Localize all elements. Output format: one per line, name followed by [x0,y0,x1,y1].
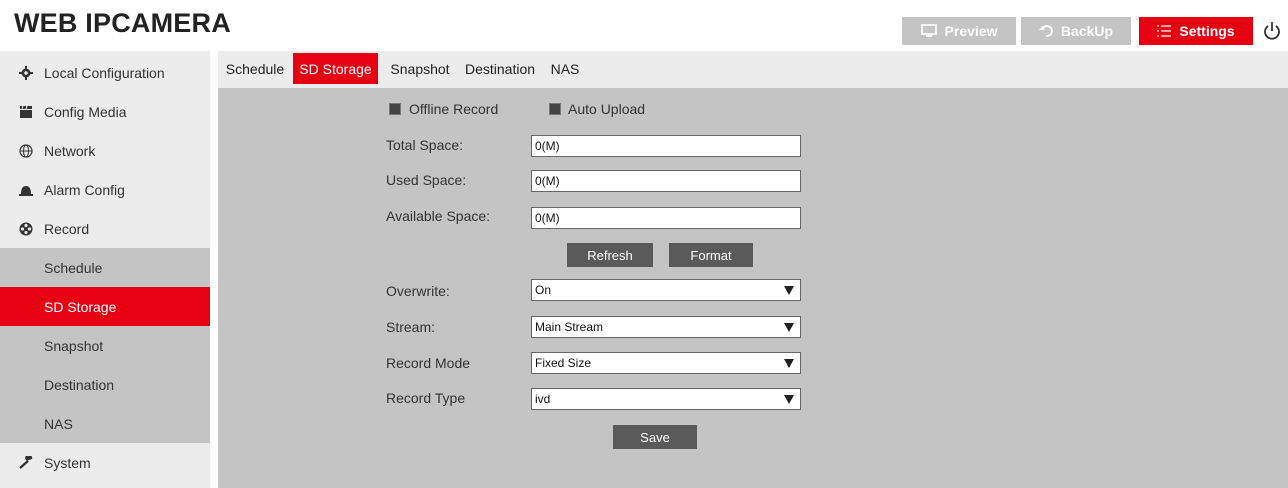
preview-label: Preview [944,23,998,39]
offline-record-checkbox[interactable] [389,103,401,115]
record-type-label: Record Type [386,390,466,406]
sd-storage-panel: Offline Record Auto Upload Total Space: … [218,88,1288,488]
tab-bar: Schedule SD Storage Snapshot Destination… [218,51,1288,88]
sidebar-item-label: Network [44,142,96,159]
alarm-bell-icon [18,182,34,198]
chevron-down-icon [778,389,800,409]
sidebar-item-label: Config Media [44,103,127,120]
sidebar-item-network[interactable]: Network [0,131,210,170]
total-space-field[interactable] [531,135,801,157]
backup-button[interactable]: BackUp [1021,17,1131,45]
sidebar-subitem-nas[interactable]: NAS [0,404,210,443]
tab-nas[interactable]: NAS [544,53,586,84]
chevron-down-icon [778,280,800,300]
record-type-value: ivd [535,392,551,406]
sidebar-subitem-sd-storage[interactable]: SD Storage [0,287,210,326]
preview-button[interactable]: Preview [902,17,1016,45]
sidebar-item-label: Alarm Config [44,181,125,198]
refresh-button[interactable]: Refresh [567,243,653,267]
format-button[interactable]: Format [669,243,753,267]
gear-icon [18,65,34,81]
auto-upload-checkbox[interactable] [549,103,561,115]
sidebar-item-label: Local Configuration [44,64,165,81]
wrench-icon [18,455,34,471]
sidebar-item-system[interactable]: System [0,443,210,482]
sidebar-item-alarm-config[interactable]: Alarm Config [0,170,210,209]
monitor-icon [920,24,937,37]
clapperboard-icon [18,104,34,120]
sidebar-subitem-schedule[interactable]: Schedule [0,248,210,287]
sidebar: Local Configuration Config Media Network… [0,51,210,488]
used-space-field[interactable] [531,170,801,192]
tab-snapshot[interactable]: Snapshot [384,53,456,84]
stream-label: Stream: [386,319,436,335]
backup-label: BackUp [1060,23,1114,39]
sidebar-item-local-configuration[interactable]: Local Configuration [0,53,210,92]
total-space-label: Total Space: [386,137,464,153]
sidebar-item-record[interactable]: Record [0,209,210,248]
used-space-label: Used Space: [386,172,467,188]
sidebar-subitem-snapshot[interactable]: Snapshot [0,326,210,365]
power-icon[interactable] [1262,20,1282,42]
available-space-field[interactable] [531,207,801,229]
globe-icon [18,143,34,159]
undo-icon [1038,25,1053,38]
sidebar-subitem-destination[interactable]: Destination [0,365,210,404]
sidebar-item-label: Record [44,220,90,237]
auto-upload-label: Auto Upload [568,101,646,117]
sidebar-item-config-media[interactable]: Config Media [0,92,210,131]
offline-record-label: Offline Record [409,101,499,117]
overwrite-label: Overwrite: [386,283,450,299]
list-icon [1157,25,1172,37]
record-mode-select[interactable]: Fixed Size [531,352,801,374]
header: WEB IPCAMERA Preview BackUp Settings [0,0,1288,46]
chevron-down-icon [778,353,800,373]
stream-value: Main Stream [535,320,604,334]
save-button[interactable]: Save [613,425,697,449]
stream-select[interactable]: Main Stream [531,316,801,338]
sidebar-item-label: System [44,454,91,471]
settings-label: Settings [1179,23,1235,39]
available-space-label: Available Space: [386,208,491,224]
record-mode-value: Fixed Size [535,356,592,370]
chevron-down-icon [778,317,800,337]
tab-schedule[interactable]: Schedule [222,53,288,84]
overwrite-select[interactable]: On [531,279,801,301]
tab-destination[interactable]: Destination [460,53,540,84]
app-title: WEB IPCAMERA [14,8,231,38]
tab-sd-storage[interactable]: SD Storage [293,53,378,84]
record-mode-label: Record Mode [386,355,471,371]
film-reel-icon [18,221,34,237]
settings-button[interactable]: Settings [1139,17,1253,45]
record-type-select[interactable]: ivd [531,388,801,410]
overwrite-value: On [535,283,552,297]
